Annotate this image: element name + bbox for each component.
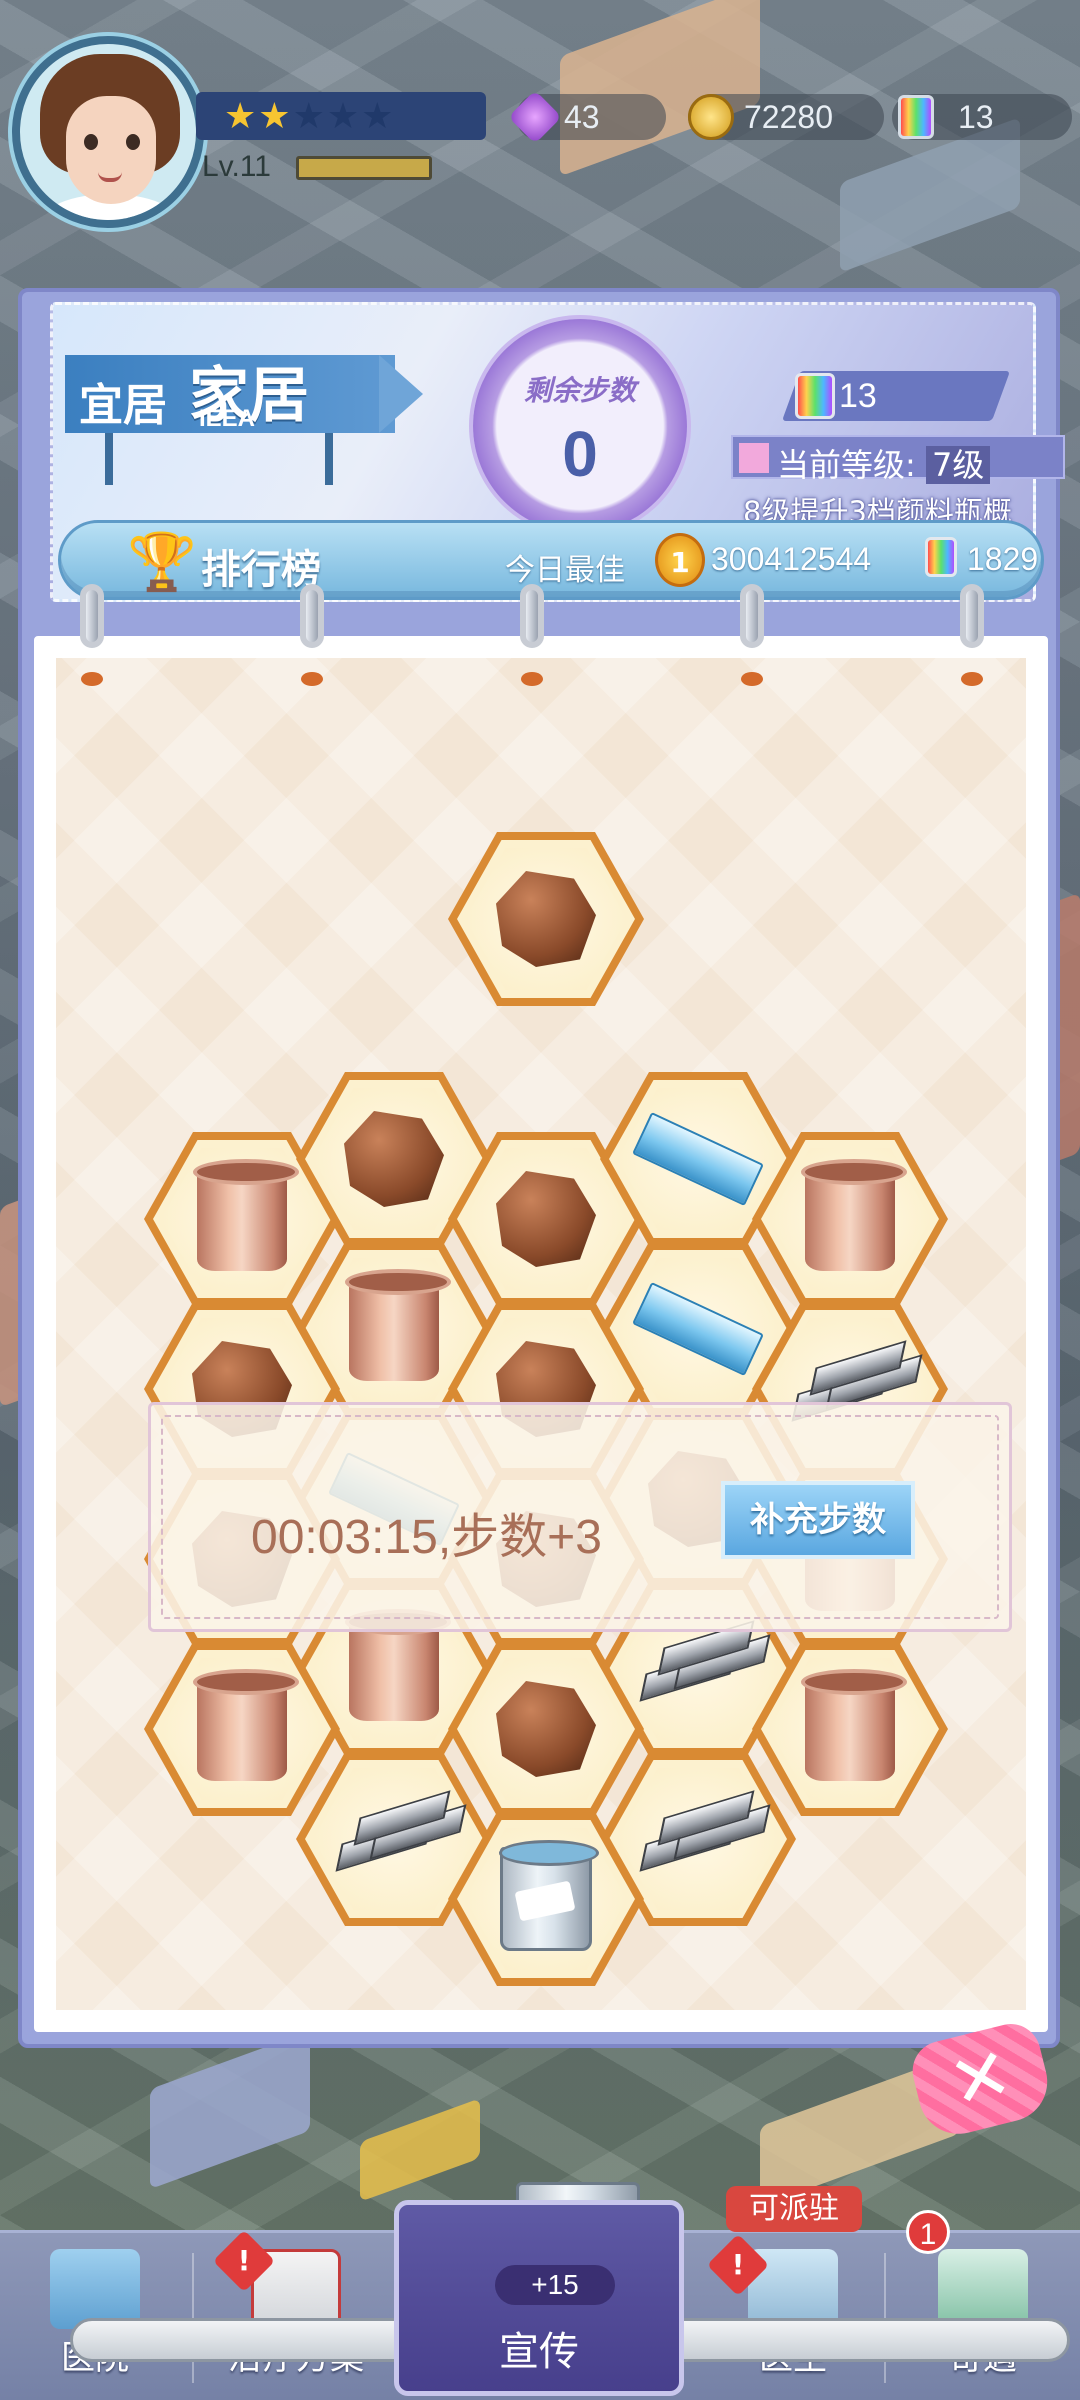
building-icon <box>938 2249 1028 2329</box>
building-block <box>560 0 760 177</box>
coin-icon <box>688 94 734 140</box>
copper-bucket-icon <box>801 1159 907 1271</box>
coin-counter[interactable]: 72280 <box>688 94 884 140</box>
star-empty-icon: ★ <box>326 96 362 137</box>
avatar-eye <box>84 134 98 150</box>
copper-ore-icon <box>496 1681 596 1777</box>
star-filled-icon: ★ <box>224 96 259 137</box>
today-best-label: 今日最佳 <box>505 553 625 588</box>
binder-ring-icon <box>520 584 544 648</box>
medal-icon: 1 <box>655 533 705 587</box>
level-label: 当前等级: <box>777 446 916 484</box>
binder-ring-icon <box>740 584 764 648</box>
star-filled-icon: ★ <box>258 96 293 137</box>
silver-ingot-icon <box>334 1790 467 1879</box>
copper-ore-icon <box>344 1111 444 1207</box>
level-value: 7级 <box>925 446 991 484</box>
remaining-steps: 剩余步数 0 <box>473 319 687 533</box>
hanger-post <box>105 433 113 485</box>
encounter-badge: 1 <box>906 2210 950 2254</box>
hospital-icon <box>50 2249 140 2329</box>
player-stars: ★★★★★ <box>224 96 395 137</box>
paint-game-panel: 宜居 家居 IEEA 剩余步数 0 13 当前等级: 7级 8级提升3档颜料瓶概… <box>18 288 1070 2362</box>
nav-encounter[interactable]: 奇遇 <box>886 2233 1080 2400</box>
remaining-steps-label: 剩余步数 <box>523 374 636 407</box>
gem-count: 43 <box>564 98 600 135</box>
silver-ingot-icon <box>638 1620 771 1709</box>
glass-bar-icon <box>632 1281 764 1377</box>
star-empty-icon: ★ <box>361 96 396 137</box>
nav-hospital[interactable]: 医院 <box>0 2233 190 2400</box>
paint-counter[interactable]: 13 <box>892 94 1072 140</box>
copper-ore-icon <box>496 871 596 967</box>
alert-icon: ! <box>212 2229 276 2293</box>
ring-base <box>81 672 103 686</box>
nav-promotion-label: 宣传 <box>499 2329 579 2375</box>
paint-can-icon <box>795 373 835 419</box>
alert-mark: ! <box>731 2248 745 2281</box>
paint-total: 1829 <box>967 541 1039 577</box>
copper-bucket-icon <box>193 1669 299 1781</box>
bus <box>360 2098 480 2202</box>
avatar-face <box>66 96 156 204</box>
promo-bonus: +15 <box>495 2265 615 2305</box>
alert-icon: ! <box>706 2233 770 2297</box>
binder-ring-icon <box>80 584 104 648</box>
copper-bucket-icon <box>345 1609 451 1721</box>
deployable-badge: 可派驻 <box>726 2186 862 2232</box>
glass-bar-icon <box>632 1111 764 1207</box>
ring-base <box>961 672 983 686</box>
avatar-eye <box>126 134 140 150</box>
binder-ring-icon <box>960 584 984 648</box>
copper-ore-icon <box>496 1171 596 1267</box>
refill-steps-button[interactable]: 补充步数 <box>721 1481 915 1559</box>
gem-counter[interactable]: 43 <box>508 90 666 144</box>
brand-en: IEEA <box>199 405 256 432</box>
level-swatch <box>739 443 769 473</box>
paint-can-icon <box>925 537 957 577</box>
brand-prefix: 宜居 <box>79 381 167 430</box>
star-empty-icon: ★ <box>292 96 327 137</box>
coin-count: 72280 <box>744 98 833 135</box>
step-timer: 00:03:15,步数+3 <box>251 1511 602 1564</box>
copper-bucket-icon <box>801 1669 907 1781</box>
nav-doctor[interactable]: ! 医生 <box>686 2233 900 2400</box>
ring-base <box>741 672 763 686</box>
copper-bucket-icon <box>345 1269 451 1381</box>
ring-base <box>521 672 543 686</box>
current-level-text: 当前等级: 7级 <box>777 440 991 486</box>
nav-promotion[interactable]: +15 宣传 <box>394 2200 684 2396</box>
remaining-steps-value: 0 <box>562 418 598 490</box>
paint-count: 13 <box>958 98 994 135</box>
building-block <box>840 117 1020 273</box>
xp-bar <box>296 156 432 180</box>
binder-ring-icon <box>300 584 324 648</box>
player-level: Lv.11 <box>202 150 271 183</box>
trophy-icon: 🏆 <box>127 530 197 595</box>
alert-mark: ! <box>237 2244 251 2277</box>
paint-can-icon <box>898 95 934 139</box>
paint-can-icon <box>499 1840 599 1951</box>
game-board: 00:03:15,步数+3 补充步数 <box>34 636 1070 2362</box>
current-level: 当前等级: 7级 <box>731 435 1065 484</box>
leaderboard-bar[interactable]: 🏆 排行榜 今日最佳 1 300412544 1829 <box>58 520 1044 600</box>
brand-arrow-icon <box>379 355 423 433</box>
brand-banner: 宜居 家居 IEEA <box>65 355 395 433</box>
step-timer-dialog: 00:03:15,步数+3 补充步数 <box>148 1402 1012 1632</box>
hanger-post <box>325 433 333 485</box>
silver-ingot-icon <box>638 1790 771 1879</box>
nav-treatment[interactable]: ! 治疗方案 <box>196 2229 396 2400</box>
building-block <box>150 2030 310 2190</box>
today-best-value: 300412544 <box>711 541 872 577</box>
player-avatar[interactable] <box>12 36 204 228</box>
ring-base <box>301 672 323 686</box>
panel-paint-count: 13 <box>839 377 877 415</box>
copper-bucket-icon <box>193 1159 299 1271</box>
